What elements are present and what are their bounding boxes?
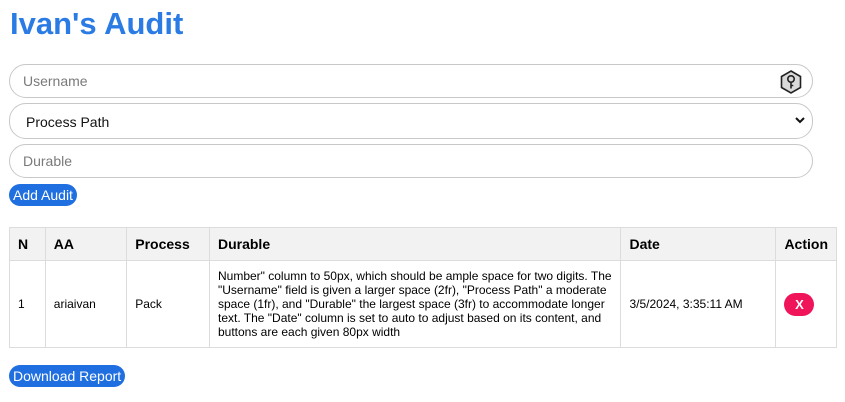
cell-action: X [775,260,837,348]
column-header-aa: AA [44,227,128,261]
username-placeholder: Username [23,73,88,89]
chevron-down-icon [795,117,805,124]
column-header-date: Date [620,227,777,261]
delete-row-button[interactable]: X [784,292,815,316]
table-row: 1 ariaivan Pack Number" column to 50px, … [9,260,837,348]
cell-date: 3/5/2024, 3:35:11 AM [620,260,777,348]
table-header-row: N AA Process Durable Date Action [9,227,837,261]
add-audit-button[interactable]: Add Audit [9,184,77,206]
column-header-action: Action [775,227,837,261]
key-icon[interactable] [779,70,803,94]
cell-durable: Number" column to 50px, which should be … [208,260,622,348]
process-path-select[interactable]: Process Path [9,103,813,139]
cell-process: Pack [126,260,210,348]
process-select-value: Process Path [26,114,110,130]
username-input[interactable]: Username [9,64,813,98]
cell-aa: ariaivan [44,260,128,348]
download-report-button[interactable]: Download Report [9,365,126,387]
column-header-durable: Durable [208,227,622,261]
column-header-n: N [9,227,46,261]
durable-input[interactable]: Durable [9,144,813,178]
page-title: Ivan's Audit [10,6,184,41]
cell-n: 1 [9,260,46,348]
column-header-process: Process [126,227,210,261]
durable-placeholder: Durable [23,153,73,169]
audit-table: N AA Process Durable Date Action 1 ariai… [9,227,837,348]
